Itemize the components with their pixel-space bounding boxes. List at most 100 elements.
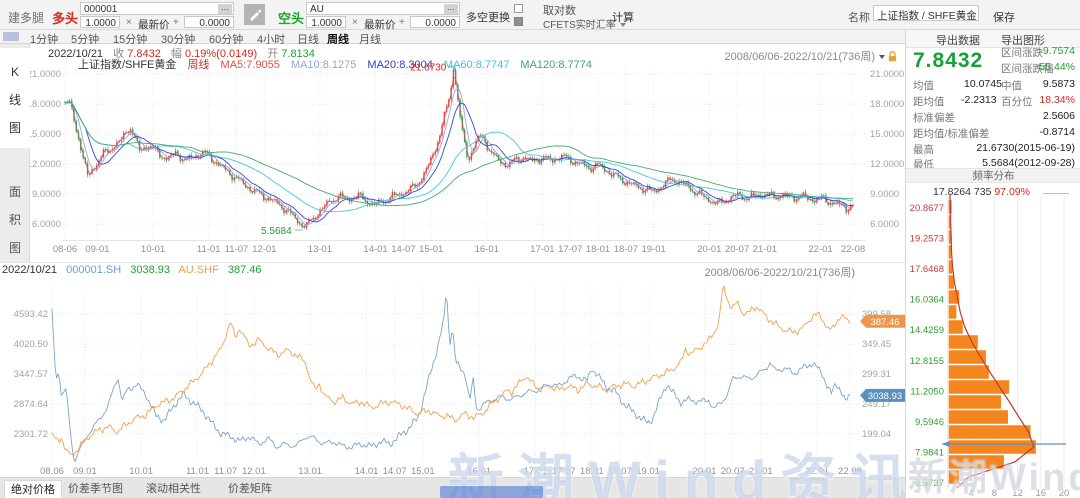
long-offset-input[interactable]: 0.0000 <box>184 16 234 28</box>
svg-text:2874.64: 2874.64 <box>14 399 48 410</box>
timeframe-indicator-icon <box>3 32 19 41</box>
svg-text:8: 8 <box>992 488 997 498</box>
svg-text:6.3737: 6.3737 <box>915 478 944 489</box>
svg-text:2301.72: 2301.72 <box>14 429 48 440</box>
dist-mean-value: -2.2313 <box>961 94 997 106</box>
median-value: 9.5873 <box>1042 78 1075 90</box>
mean-value: 10.0745 <box>964 78 1002 90</box>
svg-text:16.0364: 16.0364 <box>910 295 944 306</box>
svg-text:18-07: 18-07 <box>614 244 638 255</box>
short-leg-label: 空头 <box>278 11 305 26</box>
leg-builder-label[interactable]: 建多腿 <box>8 9 44 26</box>
chart-type-tab-K线图[interactable]: K线图 <box>0 48 30 148</box>
svg-text:22-01: 22-01 <box>808 244 832 255</box>
bottom-tab-滚动相关性[interactable]: 滚动相关性 <box>146 480 201 496</box>
save-button[interactable]: 保存 <box>993 9 1015 25</box>
svg-text:21.0000: 21.0000 <box>870 69 904 80</box>
svg-text:12-01: 12-01 <box>252 244 276 255</box>
svg-text:9.5946: 9.5946 <box>915 417 944 428</box>
chart-type-tab-面积图[interactable]: 面积图 <box>0 168 30 268</box>
svg-text:20.07: 20.07 <box>721 466 745 477</box>
svg-text:20.01: 20.01 <box>693 466 717 477</box>
svg-text:14.4259: 14.4259 <box>910 325 944 336</box>
svg-text:22-08: 22-08 <box>841 244 865 255</box>
current-value: 7.8432 <box>913 49 984 72</box>
std-label: 标准偏差 <box>913 112 955 124</box>
bottom-tab-绝对价格[interactable]: 绝对价格 <box>4 480 62 498</box>
svg-text:21.6730: 21.6730 <box>410 63 447 74</box>
svg-text:4: 4 <box>969 488 974 498</box>
svg-text:08-06: 08-06 <box>53 244 77 255</box>
lower-chart-canvas[interactable]: 4593.42 399.584020.50 349.453447.57 299.312… <box>0 263 905 478</box>
range-chg-label: 区间涨跌 <box>1001 47 1043 59</box>
top-toolbar: 建多腿 多头 000001 ... 1.0000 × 最新价 + 0.0000 … <box>0 0 1080 31</box>
fx-rate-checkbox[interactable] <box>514 17 523 26</box>
svg-text:21.01: 21.01 <box>749 466 773 477</box>
swap-long-short-button[interactable]: 多空更换 <box>466 9 510 25</box>
log-scale-checkbox[interactable] <box>514 4 523 13</box>
svg-text:4593.42: 4593.42 <box>14 309 48 320</box>
long-code-browse-button[interactable]: ... <box>218 3 232 14</box>
long-leg-label: 多头 <box>52 11 79 26</box>
svg-text:12.0000: 12.0000 <box>870 159 904 170</box>
svg-text:13-01: 13-01 <box>308 244 332 255</box>
bottom-tab-价差季节图[interactable]: 价差季节图 <box>68 480 123 496</box>
svg-text:12.8155: 12.8155 <box>910 356 944 367</box>
short-plus-operator: + <box>399 17 405 28</box>
svg-text:17.6468: 17.6468 <box>910 264 944 275</box>
svg-text:12.01: 12.01 <box>242 466 266 477</box>
percentile-label: 百分位 <box>1001 96 1033 108</box>
short-offset-input[interactable]: 0.0000 <box>410 16 460 28</box>
svg-text:10.01: 10.01 <box>129 466 153 477</box>
edit-legs-button[interactable] <box>244 4 265 25</box>
short-code-browse-button[interactable]: ... <box>444 3 458 14</box>
svg-text:11-07: 11-07 <box>225 244 249 255</box>
svg-text:21.0000: 21.0000 <box>30 69 61 80</box>
svg-text:09-01: 09-01 <box>85 244 109 255</box>
bottom-tab-价差矩阵[interactable]: 价差矩阵 <box>228 480 272 496</box>
svg-text:09.01: 09.01 <box>73 466 97 477</box>
svg-text:5.5684: 5.5684 <box>261 226 292 237</box>
stats-panel: 导出数据 导出图形 7.8432 区间涨跌 -9.7574 区间涨跌幅 -55.… <box>905 30 1080 498</box>
svg-text:16: 16 <box>1036 488 1047 498</box>
svg-text:18.01: 18.01 <box>580 466 604 477</box>
svg-text:22.08: 22.08 <box>838 466 862 477</box>
svg-text:15.0000: 15.0000 <box>870 129 904 140</box>
dist-std-value: -0.8714 <box>1039 126 1075 138</box>
high-value: 21.6730(2015-06-19) <box>976 142 1075 154</box>
dist-mean-label: 距均值 <box>913 96 945 108</box>
svg-text:18-01: 18-01 <box>586 244 610 255</box>
histogram-canvas[interactable]: 4 8 12 16 20 20.8677 19.2573 17.6468 16.0364 14.4… <box>906 182 1080 498</box>
svg-text:3447.57: 3447.57 <box>14 369 48 380</box>
long-qty-input[interactable]: 1.0000 <box>80 16 120 28</box>
svg-text:20.8677: 20.8677 <box>910 203 944 214</box>
svg-text:6.0000: 6.0000 <box>870 219 899 230</box>
svg-text:12: 12 <box>1012 488 1023 498</box>
svg-text:6.0000: 6.0000 <box>32 219 61 230</box>
svg-text:20: 20 <box>1059 488 1070 498</box>
svg-text:18.07: 18.07 <box>608 466 632 477</box>
export-data-button[interactable]: 导出数据 <box>936 32 980 48</box>
svg-text:15-01: 15-01 <box>419 244 443 255</box>
svg-text:19.01: 19.01 <box>636 466 660 477</box>
svg-text:7.9841: 7.9841 <box>915 447 944 458</box>
high-label: 最高 <box>913 144 934 156</box>
timeframe-bar: 1分钟 5分钟 15分钟 30分钟 60分钟 4小时 日线 周线 月线 <box>0 30 905 46</box>
svg-text:199.04: 199.04 <box>862 429 891 440</box>
main-chart-canvas[interactable]: 21.0000 21.0000 18.0000 18.0000 15.0000 15.00… <box>30 44 905 262</box>
calculate-button[interactable]: 计算 <box>612 9 634 25</box>
short-code-input[interactable]: AU ... <box>306 2 460 15</box>
name-input[interactable]: 上证指数 / SHFE黄金 <box>873 5 979 21</box>
short-mult-operator: × <box>352 17 358 28</box>
svg-text:18.0000: 18.0000 <box>870 99 904 110</box>
dist-std-label: 距均值/标准偏差 <box>913 128 990 140</box>
long-code-value: 000001 <box>84 4 118 15</box>
svg-text:9.0000: 9.0000 <box>870 189 899 200</box>
long-code-input[interactable]: 000001 ... <box>80 2 234 15</box>
svg-text:3038.93: 3038.93 <box>868 391 902 402</box>
lower-chart-panel: 2022/10/21 000001.SH 3038.93 AU.SHF 387.… <box>0 262 905 477</box>
mean-label: 均值 <box>913 80 934 92</box>
svg-text:14.01: 14.01 <box>355 466 379 477</box>
short-qty-input[interactable]: 1.0000 <box>306 16 346 28</box>
svg-text:16.01: 16.01 <box>467 466 491 477</box>
